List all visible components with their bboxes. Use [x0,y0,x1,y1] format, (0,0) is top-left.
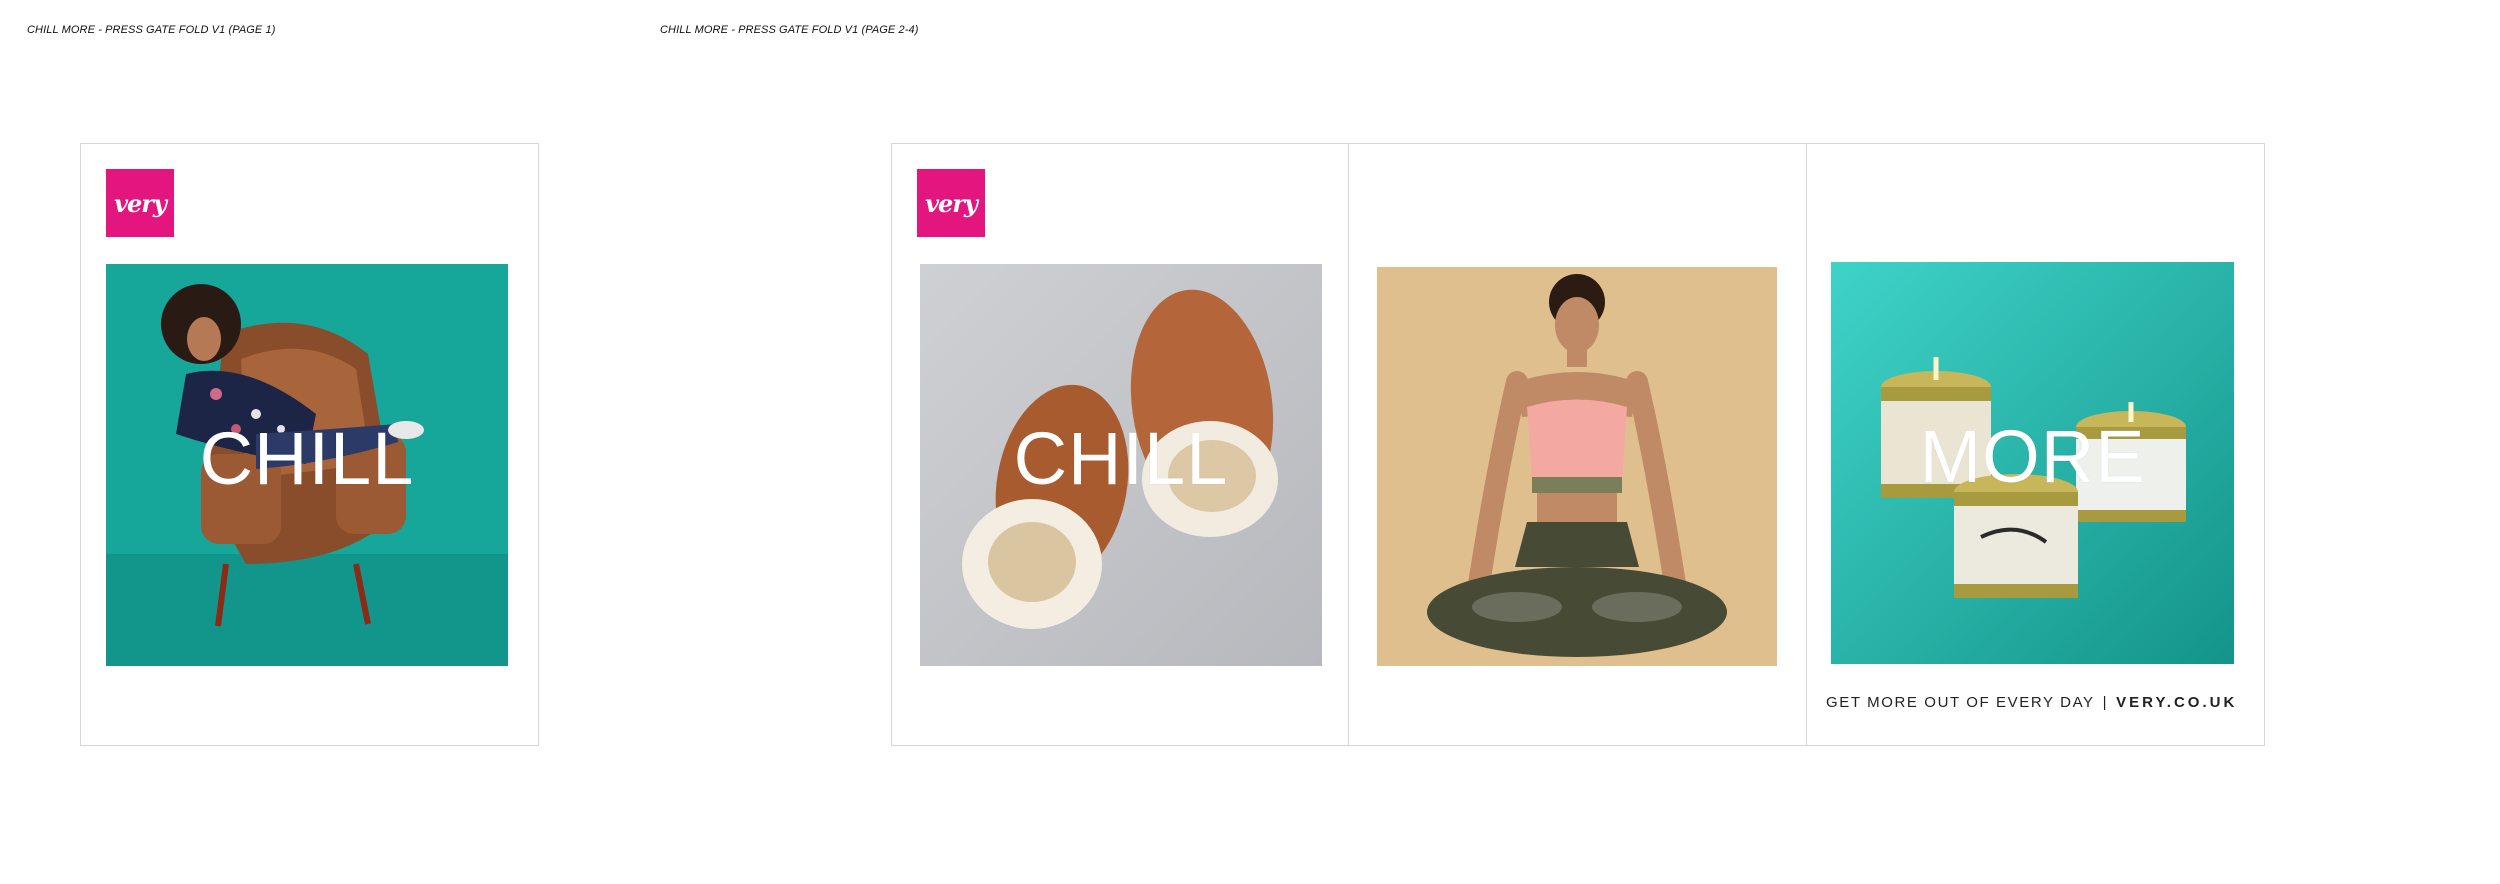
overlay-chill-page-2: CHILL [1013,417,1229,500]
armchair-photo: CHILL [106,264,508,666]
tagline-text: GET MORE OUT OF EVERY DAY [1826,694,2095,711]
very-logo: very [106,169,174,237]
meditation-photo [1377,267,1777,666]
overlay-chill-page-1: CHILL [199,417,415,500]
tagline-separator: | [2102,694,2109,711]
overlay-more-page-4: MORE [1919,415,2146,498]
footer-tagline: GET MORE OUT OF EVERY DAY | VERY.CO.UK [1826,694,2246,711]
page-3-panel [1348,143,1807,746]
slippers-photo: CHILL [920,264,1322,666]
website-url: VERY.CO.UK [2116,694,2238,711]
page-1-panel: very CHILL [80,143,539,746]
candles-photo: MORE [1831,262,2234,664]
very-logo-page-2: very [917,169,985,237]
page-2-panel: very CHILL [891,143,1349,746]
page-4-panel: MORE [1806,143,2265,746]
caption-page-1: CHILL MORE - PRESS GATE FOLD V1 (PAGE 1) [27,24,276,36]
meditation-photo-image [1377,267,1777,666]
caption-page-2-4: CHILL MORE - PRESS GATE FOLD V1 (PAGE 2-… [660,24,919,36]
